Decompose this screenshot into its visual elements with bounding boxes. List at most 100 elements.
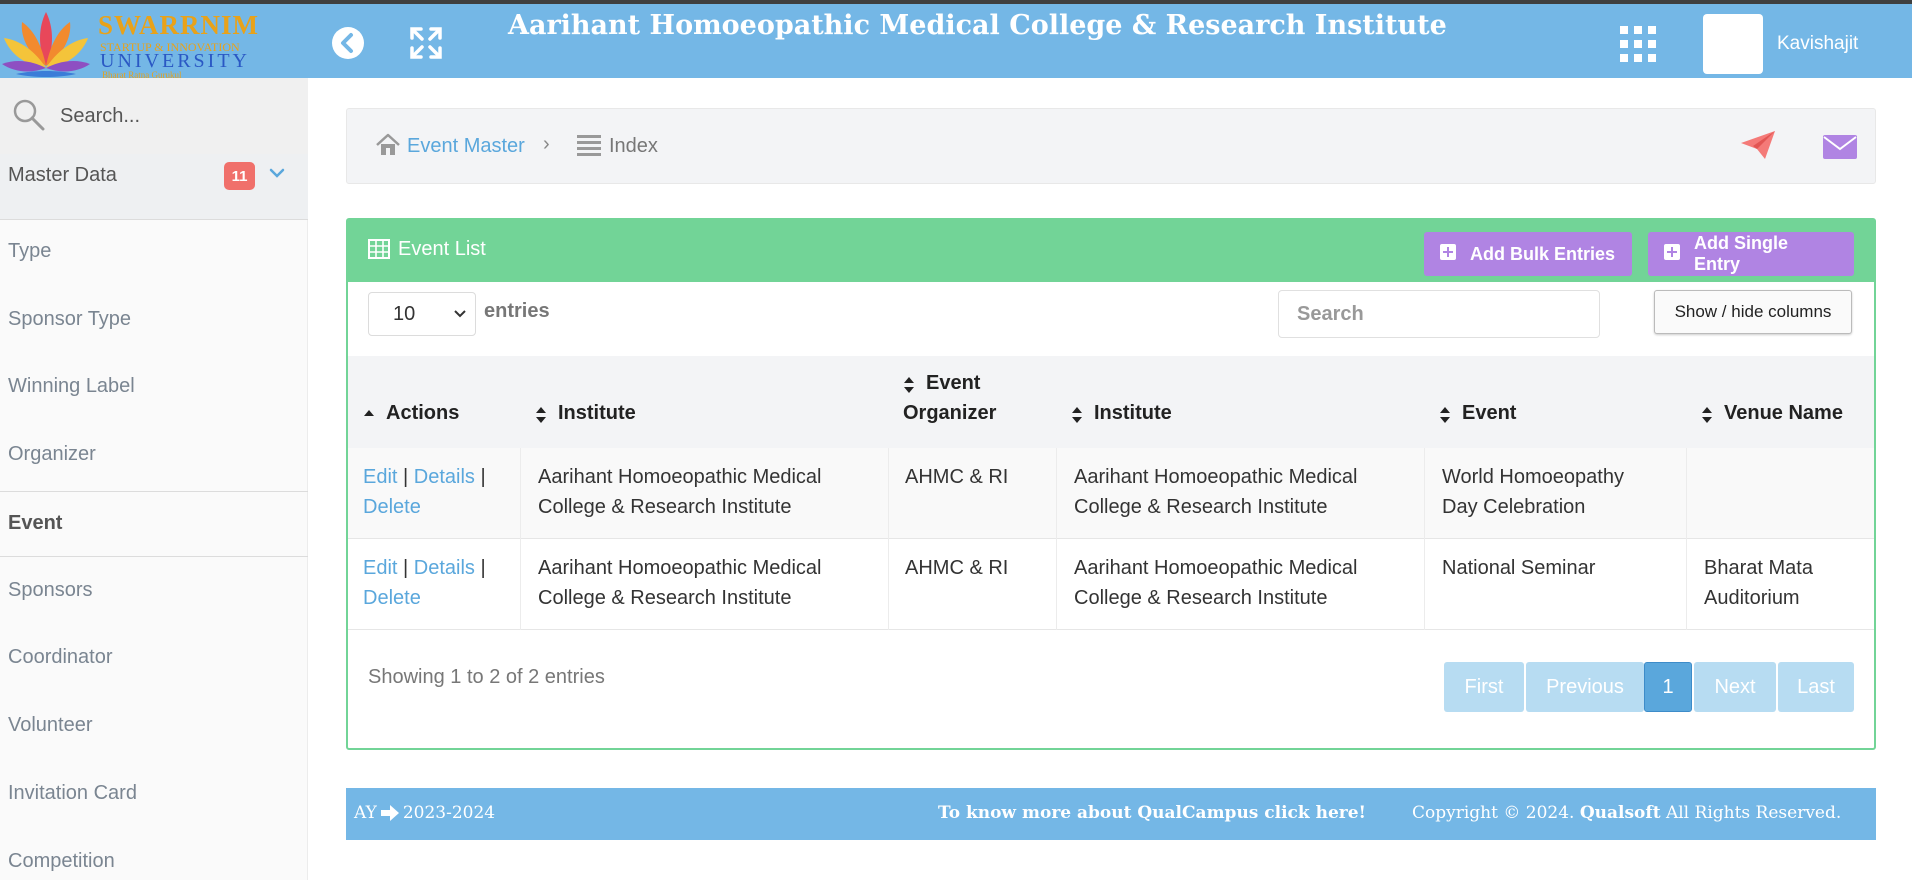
sort-icon [1702,407,1712,423]
breadcrumb: Event Master › Index [346,108,1876,184]
pagination-last-button[interactable]: Last [1778,662,1854,712]
plus-square-icon [1440,244,1456,260]
cell-organizer: AHMC & RI [905,466,1009,488]
breadcrumb-current: Index [609,135,658,157]
paper-plane-icon[interactable] [1739,129,1777,161]
copyright-brand[interactable]: Qualsoft [1580,803,1661,823]
breadcrumb-link-event-master[interactable]: Event Master [407,135,525,158]
delete-link[interactable]: Delete [363,587,421,609]
pagination-next-button[interactable]: Next [1694,662,1776,712]
back-button[interactable] [327,22,369,64]
sidebar-item-sponsors[interactable]: Sponsors [0,559,308,625]
entries-length-value: 10 [393,303,416,325]
sidebar-item-type[interactable]: Type [0,220,308,286]
cell-line: Day Celebration [1442,496,1586,518]
entries-length-select[interactable]: 10 [368,292,476,336]
table-row: Edit | Details | Delete Aarihant Homoeop… [348,539,1874,630]
column-header-actions[interactable]: Actions [348,356,520,448]
separator: | [480,557,486,579]
table-header: Actions Institute Event Organizer Instit… [348,356,1874,448]
sidebar-item-label: Volunteer [8,714,93,736]
row-actions: Edit | Details | Delete [363,553,486,613]
cell-line: College & Research Institute [538,496,792,518]
sidebar-item-volunteer[interactable]: Volunteer [0,694,308,760]
column-divider [1056,448,1057,539]
fullscreen-button[interactable] [405,22,447,64]
column-label: Institute [558,402,636,424]
cell-line: National Seminar [1442,557,1596,579]
column-divider [520,448,521,539]
cell-event: National Seminar [1442,553,1595,583]
user-name[interactable]: Kavishajit [1777,33,1858,55]
cell-line: Aarihant Homoeopathic Medical [1074,466,1358,488]
cell-line: Aarihant Homoeopathic Medical [538,557,822,579]
edit-link[interactable]: Edit [363,466,397,488]
separator: | [403,557,409,579]
envelope-icon[interactable] [1823,135,1857,159]
sort-icon [904,377,914,393]
sidebar-item-competition[interactable]: Competition [0,830,308,880]
button-label: Add Bulk Entries [1470,243,1616,264]
sort-icon [536,407,546,423]
event-list-panel: Event List Add Bulk Entries Add Single E… [346,218,1876,750]
back-circle-icon [332,27,364,59]
column-header-institute[interactable]: Institute [520,356,888,448]
cell-event: World Homoeopathy Day Celebration [1442,462,1624,522]
row-actions: Edit | Details | Delete [363,462,486,522]
apps-grid-icon[interactable] [1618,24,1658,64]
lotus-logo-icon [2,12,90,77]
details-link[interactable]: Details [414,466,475,488]
pagination-page-1[interactable]: 1 [1644,662,1692,712]
sidebar-item-label: Coordinator [8,646,113,668]
copyright-prefix: Copyright © 2024. [1412,803,1575,823]
sidebar-item-invitation-card[interactable]: Invitation Card [0,762,308,828]
add-single-entry-button[interactable]: Add Single Entry [1648,232,1854,276]
qualcampus-link[interactable]: To know more about QualCampus click here… [938,803,1366,823]
cell-line: Auditorium [1704,587,1800,609]
show-hide-columns-button[interactable]: Show / hide columns [1654,290,1852,334]
sort-icon [1072,407,1082,423]
cell-line: Bharat Mata [1704,557,1813,579]
column-divider [1686,539,1687,630]
column-header-institute-2[interactable]: Institute [1056,356,1424,448]
details-link[interactable]: Details [414,557,475,579]
button-label: Add Single Entry [1694,233,1788,274]
column-header-event-organizer[interactable]: Event Organizer [888,356,1056,448]
fullscreen-icon [410,27,442,59]
pagination-first-button[interactable]: First [1444,662,1524,712]
pagination-previous-button[interactable]: Previous [1526,662,1644,712]
sidebar-search-input[interactable] [60,96,290,136]
sidebar-item-winning-label[interactable]: Winning Label [0,355,308,421]
delete-link[interactable]: Delete [363,496,421,518]
sidebar-item-sponsor-type[interactable]: Sponsor Type [0,288,308,354]
sidebar-item-organizer[interactable]: Organizer [0,423,308,489]
sort-asc-icon [364,410,374,416]
table-search-input[interactable] [1278,290,1600,338]
sidebar-group-label: Master Data [8,164,117,186]
chevron-down-icon[interactable] [268,166,286,180]
column-label: Event [926,372,981,394]
academic-year: AY 2023-2024 [354,803,495,823]
arrow-right-icon [380,805,399,821]
plus-square-icon [1664,244,1680,260]
sidebar-item-coordinator[interactable]: Coordinator [0,626,308,692]
top-header: SWARRNIM STARTUP & INNOVATION UNIVERSITY… [0,0,1912,80]
column-divider [1424,448,1425,539]
footer: AY 2023-2024 To know more about QualCampu… [346,788,1876,840]
page-title: Aarihant Homoeopathic Medical College & … [508,10,1447,41]
column-header-event[interactable]: Event [1424,356,1686,448]
column-header-venue-name[interactable]: Venue Name [1686,356,1874,448]
sidebar-item-event[interactable]: Event [0,491,308,557]
cell-line: College & Research Institute [1074,587,1328,609]
table-icon [368,239,390,259]
avatar[interactable] [1703,14,1763,74]
count-badge: 11 [224,162,255,190]
column-label-line2: Organizer [903,402,997,424]
home-icon [376,133,400,155]
panel-title: Event List [398,238,486,260]
edit-link[interactable]: Edit [363,557,397,579]
add-bulk-entries-button[interactable]: Add Bulk Entries [1424,232,1632,276]
university-logo[interactable]: SWARRNIM STARTUP & INNOVATION UNIVERSITY… [0,4,268,82]
separator: | [403,466,409,488]
sidebar-item-label: Type [8,240,52,262]
